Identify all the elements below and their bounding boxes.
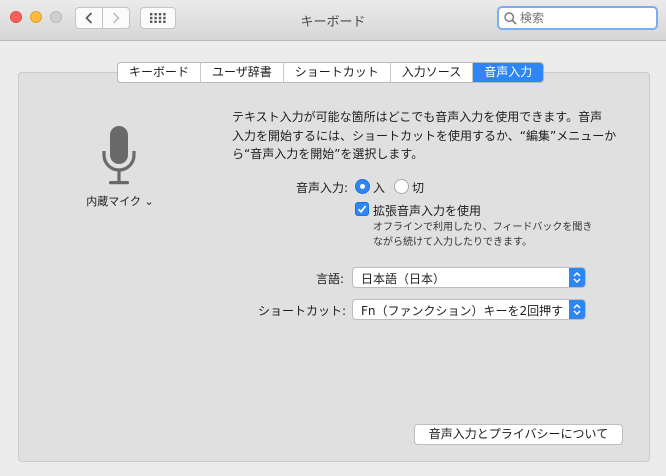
- popup-arrows-icon: [569, 268, 585, 287]
- enhanced-dictation-checkbox[interactable]: [355, 202, 369, 216]
- search-field[interactable]: [497, 6, 658, 30]
- enhanced-dictation-label: 拡張音声入力を使用: [373, 204, 482, 218]
- tab-bar: キーボード ユーザ辞書 ショートカット 入力ソース 音声入力: [117, 62, 545, 83]
- shortcut-label: ショートカット:: [258, 304, 347, 318]
- search-input[interactable]: [520, 11, 640, 25]
- dictation-off-radio[interactable]: [394, 179, 409, 194]
- dictation-on-label: 入: [373, 181, 386, 195]
- microphone-source-popup[interactable]: 内蔵マイク ⌄: [70, 193, 170, 209]
- dictation-off-label: 切: [412, 181, 425, 195]
- checkmark-icon: [357, 205, 367, 214]
- microphone-icon: [102, 126, 136, 185]
- tab-shortcuts[interactable]: ショートカット: [284, 63, 391, 82]
- tab-keyboard[interactable]: キーボード: [118, 63, 202, 82]
- shortcut-popup[interactable]: Fn（ファンクション）キーを2回押す: [352, 299, 586, 320]
- language-popup[interactable]: 日本語（日本）: [352, 267, 586, 288]
- about-dictation-privacy-button[interactable]: 音声入力とプライバシーについて: [414, 424, 623, 445]
- dictation-description: テキスト入力が可能な箇所はどこでも音声入力を使用できます。音声 入力を開始するに…: [232, 110, 617, 161]
- dictation-on-radio[interactable]: [355, 179, 370, 194]
- tab-user-dictionary[interactable]: ユーザ辞書: [201, 63, 284, 82]
- toolbar: キーボード: [0, 0, 666, 41]
- shortcut-value: Fn（ファンクション）キーを2回押す: [361, 304, 564, 318]
- language-label: 言語:: [316, 272, 345, 286]
- tab-dictation[interactable]: 音声入力: [473, 63, 544, 82]
- popup-arrows-icon: [569, 300, 585, 319]
- search-icon: [504, 11, 517, 25]
- language-value: 日本語（日本）: [361, 272, 446, 286]
- tab-input-sources[interactable]: 入力ソース: [391, 63, 474, 82]
- dictation-label: 音声入力:: [296, 181, 349, 195]
- enhanced-dictation-note: オフラインで利用したり、フィードバックを聞き ながら続けて入力したりできます。: [373, 222, 593, 248]
